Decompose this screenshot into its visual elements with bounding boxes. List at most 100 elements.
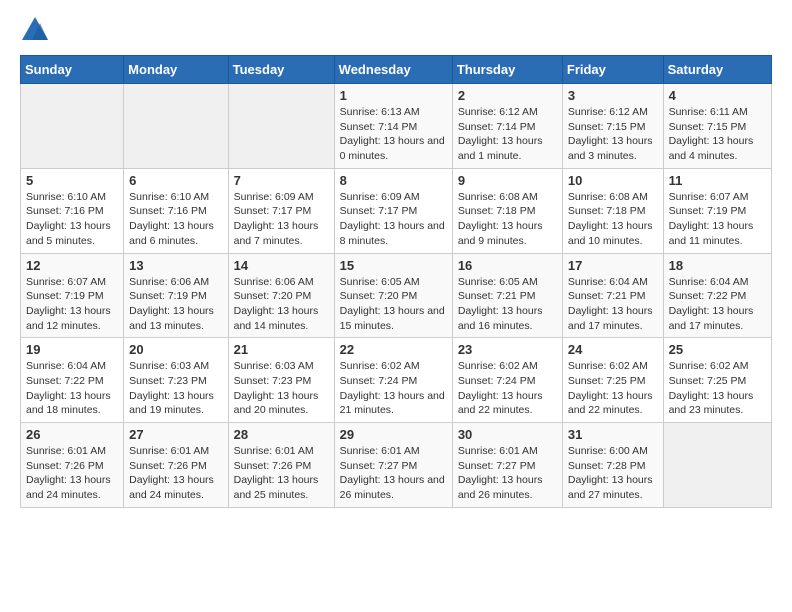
calendar-cell: 22 Sunrise: 6:02 AMSunset: 7:24 PMDayligh… [334,338,452,423]
day-number: 9 [458,173,557,188]
calendar-week-3: 12 Sunrise: 6:07 AMSunset: 7:19 PMDayligh… [21,253,772,338]
calendar-cell: 7 Sunrise: 6:09 AMSunset: 7:17 PMDaylight… [228,168,334,253]
day-info: Sunrise: 6:01 AMSunset: 7:26 PMDaylight:… [129,444,222,503]
calendar-cell [228,84,334,169]
day-info: Sunrise: 6:01 AMSunset: 7:26 PMDaylight:… [234,444,329,503]
calendar-week-1: 1Sunrise: 6:13 AMSunset: 7:14 PMDaylight… [21,84,772,169]
day-number: 25 [669,342,766,357]
calendar-cell: 2 Sunrise: 6:12 AMSunset: 7:14 PMDaylight… [452,84,562,169]
day-number: 3 [568,88,658,103]
day-info: Sunrise: 6:11 AMSunset: 7:15 PMDaylight:… [669,105,766,164]
day-number: 13 [129,258,222,273]
header-row: SundayMondayTuesdayWednesdayThursdayFrid… [21,56,772,84]
day-info: Sunrise: 6:12 AMSunset: 7:15 PMDaylight:… [568,105,658,164]
day-number: 4 [669,88,766,103]
weekday-header-saturday: Saturday [663,56,771,84]
day-info: Sunrise: 6:02 AMSunset: 7:24 PMDaylight:… [458,359,557,418]
calendar-week-4: 19 Sunrise: 6:04 AMSunset: 7:22 PMDayligh… [21,338,772,423]
day-info: Sunrise: 6:10 AMSunset: 7:16 PMDaylight:… [26,190,118,249]
day-number: 21 [234,342,329,357]
calendar-cell: 8 Sunrise: 6:09 AMSunset: 7:17 PMDaylight… [334,168,452,253]
calendar-week-2: 5 Sunrise: 6:10 AMSunset: 7:16 PMDaylight… [21,168,772,253]
day-info: Sunrise: 6:01 AMSunset: 7:27 PMDaylight:… [458,444,557,503]
day-info: Sunrise: 6:06 AMSunset: 7:19 PMDaylight:… [129,275,222,334]
calendar-cell: 13 Sunrise: 6:06 AMSunset: 7:19 PMDayligh… [124,253,228,338]
calendar-cell: 16 Sunrise: 6:05 AMSunset: 7:21 PMDayligh… [452,253,562,338]
day-info: Sunrise: 6:10 AMSunset: 7:16 PMDaylight:… [129,190,222,249]
day-number: 8 [340,173,447,188]
day-info: Sunrise: 6:02 AMSunset: 7:24 PMDaylight:… [340,359,447,418]
calendar-cell: 3 Sunrise: 6:12 AMSunset: 7:15 PMDaylight… [562,84,663,169]
weekday-header-thursday: Thursday [452,56,562,84]
day-number: 17 [568,258,658,273]
day-number: 27 [129,427,222,442]
day-info: Sunrise: 6:05 AMSunset: 7:21 PMDaylight:… [458,275,557,334]
day-info: Sunrise: 6:04 AMSunset: 7:22 PMDaylight:… [26,359,118,418]
day-info: Sunrise: 6:03 AMSunset: 7:23 PMDaylight:… [129,359,222,418]
day-info: Sunrise: 6:08 AMSunset: 7:18 PMDaylight:… [568,190,658,249]
calendar-cell: 4 Sunrise: 6:11 AMSunset: 7:15 PMDaylight… [663,84,771,169]
day-info: Sunrise: 6:05 AMSunset: 7:20 PMDaylight:… [340,275,447,334]
day-number: 28 [234,427,329,442]
day-number: 31 [568,427,658,442]
day-number: 24 [568,342,658,357]
day-number: 1 [340,88,447,103]
weekday-header-monday: Monday [124,56,228,84]
day-number: 10 [568,173,658,188]
day-number: 6 [129,173,222,188]
calendar-cell [663,423,771,508]
calendar-cell: 9Sunrise: 6:08 AMSunset: 7:18 PMDaylight… [452,168,562,253]
calendar-cell: 28 Sunrise: 6:01 AMSunset: 7:26 PMDayligh… [228,423,334,508]
day-info: Sunrise: 6:07 AMSunset: 7:19 PMDaylight:… [26,275,118,334]
calendar-week-5: 26 Sunrise: 6:01 AMSunset: 7:26 PMDayligh… [21,423,772,508]
day-info: Sunrise: 6:04 AMSunset: 7:21 PMDaylight:… [568,275,658,334]
calendar-cell: 1Sunrise: 6:13 AMSunset: 7:14 PMDaylight… [334,84,452,169]
calendar-cell [124,84,228,169]
calendar-cell: 11Sunrise: 6:07 AMSunset: 7:19 PMDayligh… [663,168,771,253]
day-number: 7 [234,173,329,188]
day-info: Sunrise: 6:01 AMSunset: 7:26 PMDaylight:… [26,444,118,503]
calendar-cell: 24 Sunrise: 6:02 AMSunset: 7:25 PMDayligh… [562,338,663,423]
day-info: Sunrise: 6:01 AMSunset: 7:27 PMDaylight:… [340,444,447,503]
day-number: 22 [340,342,447,357]
day-number: 23 [458,342,557,357]
calendar-cell: 18 Sunrise: 6:04 AMSunset: 7:22 PMDayligh… [663,253,771,338]
calendar-cell: 20Sunrise: 6:03 AMSunset: 7:23 PMDayligh… [124,338,228,423]
day-info: Sunrise: 6:02 AMSunset: 7:25 PMDaylight:… [568,359,658,418]
page-header [20,15,772,45]
day-number: 14 [234,258,329,273]
day-number: 19 [26,342,118,357]
logo [20,15,54,45]
weekday-header-sunday: Sunday [21,56,124,84]
calendar-cell: 25 Sunrise: 6:02 AMSunset: 7:25 PMDayligh… [663,338,771,423]
calendar-cell: 12 Sunrise: 6:07 AMSunset: 7:19 PMDayligh… [21,253,124,338]
page-container: SundayMondayTuesdayWednesdayThursdayFrid… [0,0,792,523]
day-info: Sunrise: 6:09 AMSunset: 7:17 PMDaylight:… [234,190,329,249]
day-info: Sunrise: 6:04 AMSunset: 7:22 PMDaylight:… [669,275,766,334]
calendar-cell: 15 Sunrise: 6:05 AMSunset: 7:20 PMDayligh… [334,253,452,338]
weekday-header-wednesday: Wednesday [334,56,452,84]
calendar-cell [21,84,124,169]
calendar-cell: 27 Sunrise: 6:01 AMSunset: 7:26 PMDayligh… [124,423,228,508]
day-number: 29 [340,427,447,442]
day-number: 26 [26,427,118,442]
calendar-cell: 23 Sunrise: 6:02 AMSunset: 7:24 PMDayligh… [452,338,562,423]
day-number: 16 [458,258,557,273]
calendar-cell: 26 Sunrise: 6:01 AMSunset: 7:26 PMDayligh… [21,423,124,508]
day-number: 2 [458,88,557,103]
calendar-cell: 14 Sunrise: 6:06 AMSunset: 7:20 PMDayligh… [228,253,334,338]
day-info: Sunrise: 6:12 AMSunset: 7:14 PMDaylight:… [458,105,557,164]
day-number: 18 [669,258,766,273]
weekday-header-friday: Friday [562,56,663,84]
calendar-cell: 19 Sunrise: 6:04 AMSunset: 7:22 PMDayligh… [21,338,124,423]
day-number: 5 [26,173,118,188]
day-info: Sunrise: 6:07 AMSunset: 7:19 PMDaylight:… [669,190,766,249]
calendar-cell: 5 Sunrise: 6:10 AMSunset: 7:16 PMDaylight… [21,168,124,253]
day-info: Sunrise: 6:09 AMSunset: 7:17 PMDaylight:… [340,190,447,249]
day-info: Sunrise: 6:06 AMSunset: 7:20 PMDaylight:… [234,275,329,334]
weekday-header-tuesday: Tuesday [228,56,334,84]
day-info: Sunrise: 6:02 AMSunset: 7:25 PMDaylight:… [669,359,766,418]
calendar-cell: 6 Sunrise: 6:10 AMSunset: 7:16 PMDaylight… [124,168,228,253]
day-number: 12 [26,258,118,273]
day-number: 15 [340,258,447,273]
